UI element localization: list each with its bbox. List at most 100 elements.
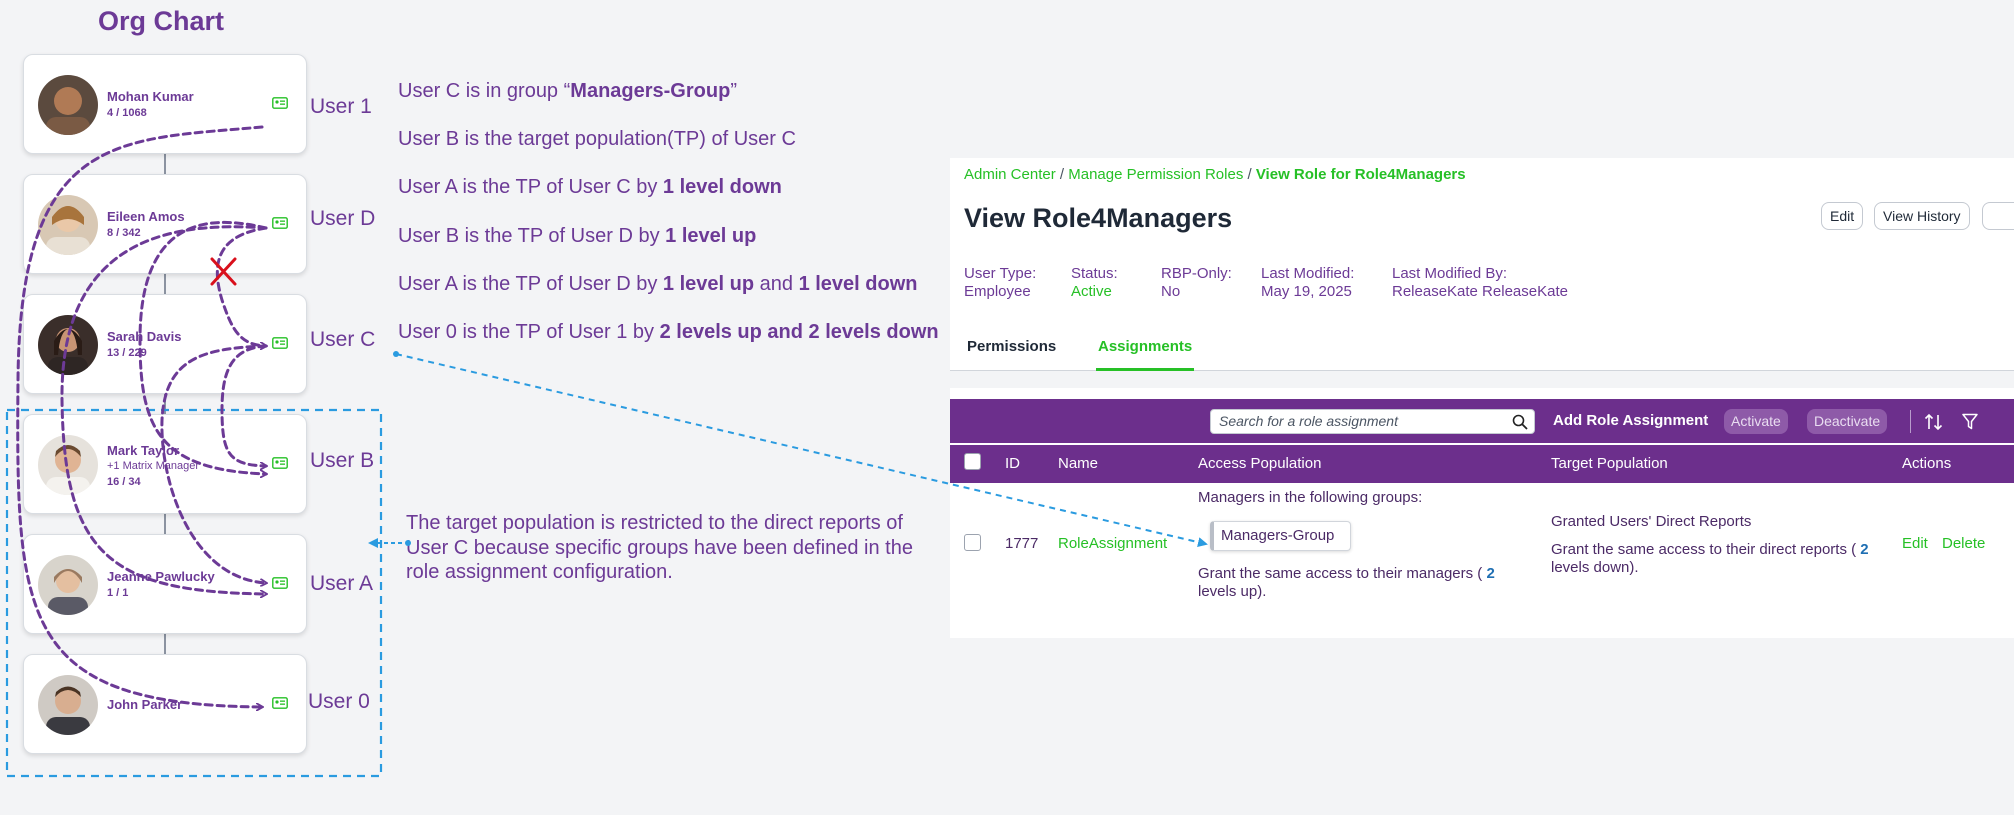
target-population-grant: Grant the same access to their direct re… <box>1551 541 1869 577</box>
meta-last-modified-by: Last Modified By: ReleaseKate ReleaseKate <box>1392 265 1568 301</box>
access-grant-text: Grant the same access to their managers … <box>1198 565 1487 582</box>
tab-permissions[interactable]: Permissions <box>967 338 1056 355</box>
breadcrumb-admin-center[interactable]: Admin Center <box>964 166 1056 183</box>
statement-5: User A is the TP of User D by 1 level up… <box>398 273 918 296</box>
column-header-name[interactable]: Name <box>1058 455 1098 472</box>
breadcrumb-separator: / <box>1059 166 1065 183</box>
access-population-heading: Managers in the following groups: <box>1198 489 1423 506</box>
meta-last-modified: Last Modified: May 19, 2025 <box>1261 265 1354 301</box>
filter-icon[interactable] <box>1962 413 1978 430</box>
user-label-c: User C <box>310 328 376 351</box>
meta-key: RBP-Only: <box>1161 265 1232 282</box>
target-grant-text: Grant the same access to their direct re… <box>1551 541 1861 558</box>
meta-value: May 19, 2025 <box>1261 283 1352 300</box>
row-delete-link[interactable]: Delete <box>1942 535 1985 552</box>
org-card-mark-taylor[interactable]: Mark Taylor +1 Matrix Manager 16 / 34 <box>23 414 307 514</box>
statement-fragment: User B is the target population(TP) of U… <box>398 128 796 150</box>
meta-value: Employee <box>964 283 1031 300</box>
statement-fragment: User A is the TP of User C by <box>398 176 663 198</box>
org-card-jeanne-pawlucky[interactable]: Jeanne Pawlucky 1 / 1 <box>23 534 307 634</box>
sort-icon[interactable] <box>1924 413 1944 431</box>
business-card-icon[interactable] <box>272 577 288 589</box>
statement-fragment: 2 levels up and 2 levels down <box>659 321 939 343</box>
card-name: Eileen Amos <box>107 209 185 224</box>
business-card-icon[interactable] <box>272 217 288 229</box>
avatar <box>38 315 98 375</box>
edit-button[interactable]: Edit <box>1821 202 1864 230</box>
table-header <box>950 445 2014 483</box>
meta-value: No <box>1161 283 1181 300</box>
row-checkbox[interactable] <box>964 534 981 551</box>
meta-rbp-only: RBP-Only: No <box>1161 265 1232 301</box>
card-name: Mohan Kumar <box>107 89 194 104</box>
access-population-grant: Grant the same access to their managers … <box>1198 565 1495 601</box>
statement-fragment: User B is the TP of User D by <box>398 225 666 247</box>
toolbar-divider <box>1910 410 1911 433</box>
more-button-partial[interactable] <box>1982 202 2014 230</box>
search-input[interactable] <box>1219 413 1499 429</box>
column-header-access-population[interactable]: Access Population <box>1198 455 1321 472</box>
tab-active-indicator <box>1096 368 1194 371</box>
row-name-link[interactable]: RoleAssignment <box>1058 535 1167 552</box>
statement-fragment: Managers-Group <box>570 80 731 102</box>
user-label-b: User B <box>310 449 375 472</box>
org-card-eileen-amos[interactable]: Eileen Amos 8 / 342 <box>23 174 307 274</box>
user-label-1: User 1 <box>310 95 372 118</box>
add-role-assignment-button[interactable]: Add Role Assignment <box>1553 412 1708 429</box>
business-card-icon[interactable] <box>272 97 288 109</box>
statement-fragment: 1 level down <box>662 176 782 198</box>
tab-assignments[interactable]: Assignments <box>1098 338 1192 355</box>
org-card-john-parker[interactable]: John Parker <box>23 654 307 754</box>
statement-fragment: User C is in group “ <box>398 80 571 102</box>
column-header-id[interactable]: ID <box>1005 455 1020 472</box>
avatar <box>38 435 98 495</box>
meta-user-type: User Type: Employee <box>964 265 1036 301</box>
card-count: 4 / 1068 <box>107 107 147 119</box>
select-all-checkbox[interactable] <box>964 453 981 470</box>
card-name: Sarah Davis <box>107 329 182 344</box>
access-levels-number: 2 <box>1486 565 1495 582</box>
user-label-d: User D <box>310 207 376 230</box>
access-grant-text-end: levels up). <box>1198 583 1267 600</box>
statement-fragment: 1 level up <box>665 225 757 247</box>
avatar <box>38 195 98 255</box>
target-population-heading: Granted Users' Direct Reports <box>1551 513 1752 530</box>
target-population-note: The target population is restricted to t… <box>406 512 913 583</box>
business-card-icon[interactable] <box>272 457 288 469</box>
row-edit-link[interactable]: Edit <box>1902 535 1928 552</box>
card-name: John Parker <box>107 697 183 712</box>
card-count: 13 / 229 <box>107 347 147 359</box>
target-grant-text-end: levels down). <box>1551 559 1639 576</box>
statement-6: User 0 is the TP of User 1 by 2 levels u… <box>398 321 939 344</box>
business-card-icon[interactable] <box>272 697 288 709</box>
breadcrumb-manage-permission-roles[interactable]: Manage Permission Roles <box>1068 166 1243 183</box>
search-field[interactable] <box>1210 409 1535 434</box>
org-card-mohan-kumar[interactable]: Mohan Kumar 4 / 1068 <box>23 54 307 154</box>
meta-key: Status: <box>1071 265 1118 282</box>
search-icon[interactable] <box>1512 414 1528 430</box>
meta-key: Last Modified By: <box>1392 265 1508 282</box>
view-history-button[interactable]: View History <box>1874 202 1970 230</box>
org-card-sarah-davis[interactable]: Sarah Davis 13 / 229 <box>23 294 307 394</box>
card-count: 8 / 342 <box>107 227 141 239</box>
column-header-target-population[interactable]: Target Population <box>1551 455 1668 472</box>
org-connector <box>164 154 166 174</box>
statement-3: User A is the TP of User C by 1 level do… <box>398 176 782 199</box>
statement-fragment: 1 level down <box>798 273 918 295</box>
user-label-0: User 0 <box>308 690 370 713</box>
meta-status: Status: Active <box>1071 265 1118 301</box>
statement-fragment: 1 level up <box>662 273 755 295</box>
statement-fragment: User A is the TP of User D by <box>398 273 663 295</box>
activate-button[interactable]: Activate <box>1724 409 1788 434</box>
business-card-icon[interactable] <box>272 337 288 349</box>
card-name: Jeanne Pawlucky <box>107 569 215 584</box>
card-count: 16 / 34 <box>107 476 141 488</box>
statement-2: User B is the target population(TP) of U… <box>398 128 796 151</box>
group-chip-managers[interactable]: Managers-Group <box>1210 521 1351 551</box>
statement-1: User C is in group “Managers-Group” <box>398 80 737 103</box>
avatar <box>38 675 98 735</box>
statement-fragment: and <box>754 273 799 295</box>
org-connector <box>164 634 166 654</box>
deactivate-button[interactable]: Deactivate <box>1807 409 1888 434</box>
meta-value: ReleaseKate ReleaseKate <box>1392 283 1568 300</box>
